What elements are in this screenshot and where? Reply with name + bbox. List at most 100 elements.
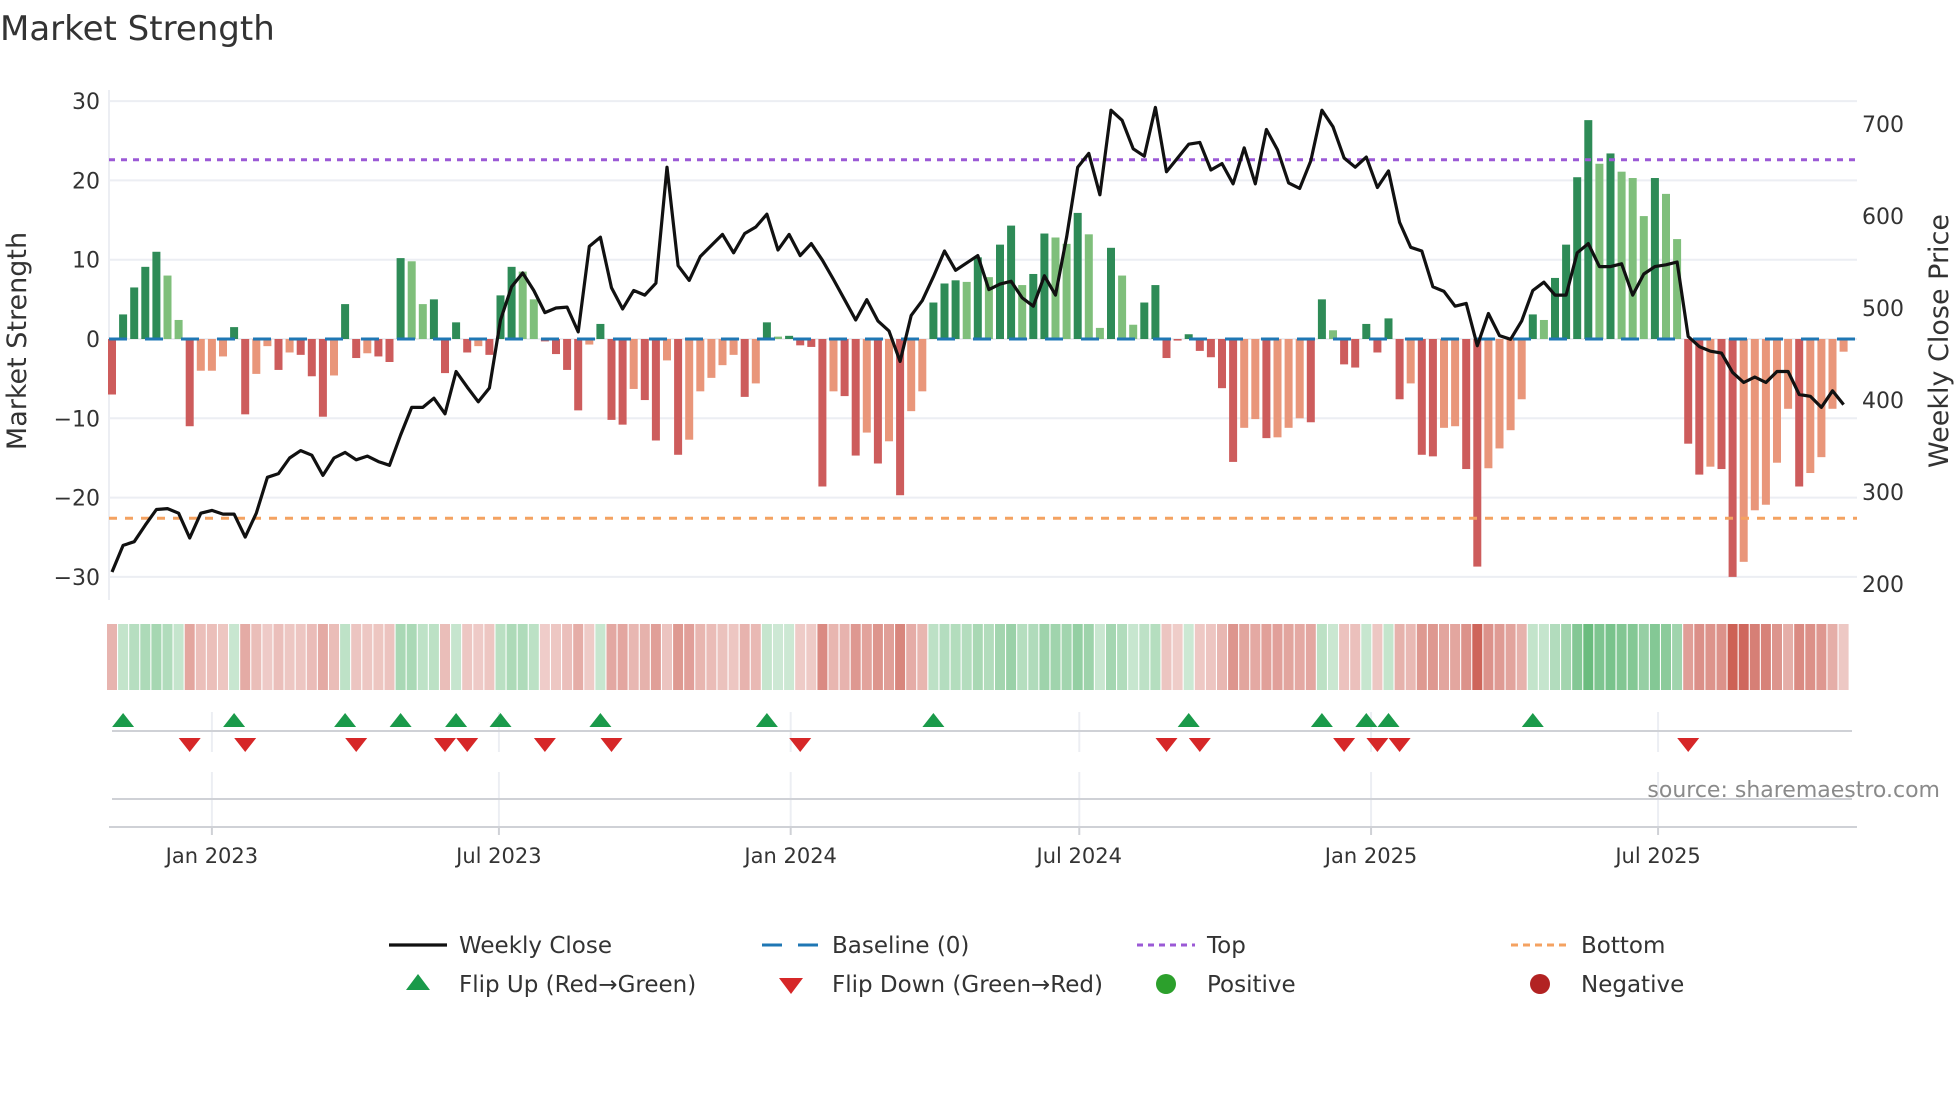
heatmap-cell: [1316, 624, 1327, 690]
flip-down-marker: [345, 738, 368, 752]
heatmap-cell: [1805, 624, 1816, 690]
flip-up-marker: [1310, 713, 1333, 727]
strength-bar: [1551, 277, 1559, 339]
y-tick-label: −30: [54, 566, 100, 591]
legend: Weekly Close Baseline (0) Top Bottom Flip Up…: [389, 933, 1684, 998]
heatmap-cell: [362, 624, 373, 690]
y-tick-label: 10: [72, 249, 100, 274]
heatmap-cell: [673, 624, 684, 690]
heatmap-cell: [151, 624, 162, 690]
heatmap-cell: [1760, 624, 1771, 690]
strength-bar: [1462, 339, 1471, 470]
strength-bar: [1273, 339, 1282, 438]
y-axis-right: 700 600 500 400 300 200: [1862, 113, 1904, 598]
strength-bar: [1606, 153, 1615, 339]
strength-bar: [1195, 339, 1204, 351]
strength-bar: [1761, 339, 1770, 505]
heatmap-cell: [1672, 624, 1683, 690]
heatmap-cell: [1461, 624, 1472, 690]
strength-bar: [1440, 339, 1448, 428]
heatmap-cell: [884, 624, 894, 690]
reference-lines: [109, 158, 1857, 520]
strength-bar: [574, 339, 583, 411]
heatmap-cell: [850, 624, 861, 690]
heatmap-cell: [1661, 624, 1671, 690]
heatmap-cell: [839, 624, 850, 690]
heatmap-cell: [1494, 624, 1505, 690]
heatmap-cell: [517, 624, 528, 690]
flip-down-marker: [234, 738, 257, 752]
heatmap-cell: [528, 624, 539, 690]
strength-bar: [330, 339, 338, 376]
heatmap-cell: [1283, 624, 1294, 690]
strength-bar: [352, 339, 361, 359]
heatmap-cell: [240, 624, 251, 690]
y2-axis-title: Weekly Close Price: [1924, 214, 1955, 468]
heatmap-cell: [1772, 624, 1782, 690]
strength-bar: [241, 339, 250, 415]
heatmap-cell: [1328, 624, 1338, 690]
strength-bar: [1406, 339, 1415, 384]
strength-bar: [1284, 339, 1293, 428]
strength-bar: [418, 304, 427, 339]
strength-bar: [785, 335, 794, 339]
heatmap-cell: [473, 624, 484, 690]
y2-tick-label: 400: [1862, 389, 1904, 414]
heatmap-cell: [306, 624, 317, 690]
strength-bar: [940, 283, 949, 339]
heatmap-cell: [1416, 624, 1427, 690]
heatmap-cell: [828, 624, 839, 690]
heatmap-cell: [1250, 624, 1261, 690]
y-axis-title: Market Strength: [2, 232, 33, 450]
heatmap-cell: [906, 624, 917, 690]
x-tick-label: Jan 2025: [1323, 844, 1418, 868]
strength-bar: [674, 339, 683, 455]
flip-up-marker: [489, 713, 512, 727]
strength-bar: [1118, 275, 1127, 339]
heatmap-cell: [1394, 624, 1405, 690]
heatmap-cell: [1627, 624, 1638, 690]
heatmap-cell: [950, 624, 961, 690]
strength-bar: [1684, 339, 1693, 444]
heatmap-cell: [340, 624, 351, 690]
heatmap-cell: [295, 624, 306, 690]
strength-bar: [818, 339, 827, 487]
strength-bar: [1739, 339, 1748, 562]
heatmap-cell: [1072, 624, 1083, 690]
strength-bar: [1173, 339, 1182, 341]
heatmap-cell: [961, 624, 972, 690]
strength-bar: [1295, 339, 1304, 419]
strength-bar: [1584, 120, 1593, 339]
strength-bar: [640, 339, 649, 401]
strength-bar: [851, 339, 860, 456]
y2-tick-label: 200: [1862, 573, 1904, 598]
flip-up-marker: [1377, 713, 1400, 727]
heatmap-cell: [617, 624, 628, 690]
strength-bar: [1750, 339, 1759, 511]
strength-bar: [1317, 299, 1326, 339]
legend-label: Positive: [1207, 972, 1296, 998]
heatmap-cell: [1006, 624, 1017, 690]
strength-bar: [163, 275, 172, 339]
heatmap-cell: [373, 624, 384, 690]
heatmap-cell: [1749, 624, 1760, 690]
market-strength-chart: Market Strength 30 20 10 0 −10 −20 −30 700 600 5…: [0, 9, 1955, 998]
flip-up-marker: [922, 713, 945, 727]
strength-bar: [185, 339, 194, 427]
strength-bar: [518, 271, 527, 339]
strength-bar: [429, 299, 438, 339]
heatmap-cell: [806, 624, 817, 690]
heatmap-cell: [983, 624, 994, 690]
strength-bar: [1262, 339, 1271, 439]
heatmap-cell: [1350, 624, 1361, 690]
strength-bar: [1695, 339, 1704, 475]
heatmap-cell: [162, 624, 173, 690]
strength-bar: [463, 339, 472, 353]
heatmap-cell: [1516, 624, 1527, 690]
strength-bar: [1528, 314, 1537, 339]
heatmap-cell: [1683, 624, 1694, 690]
heatmap-cell: [1039, 624, 1050, 690]
y-axis-left: 30 20 10 0 −10 −20 −30: [54, 90, 100, 591]
strength-bar: [152, 251, 161, 339]
flip-down-marker: [600, 738, 623, 752]
